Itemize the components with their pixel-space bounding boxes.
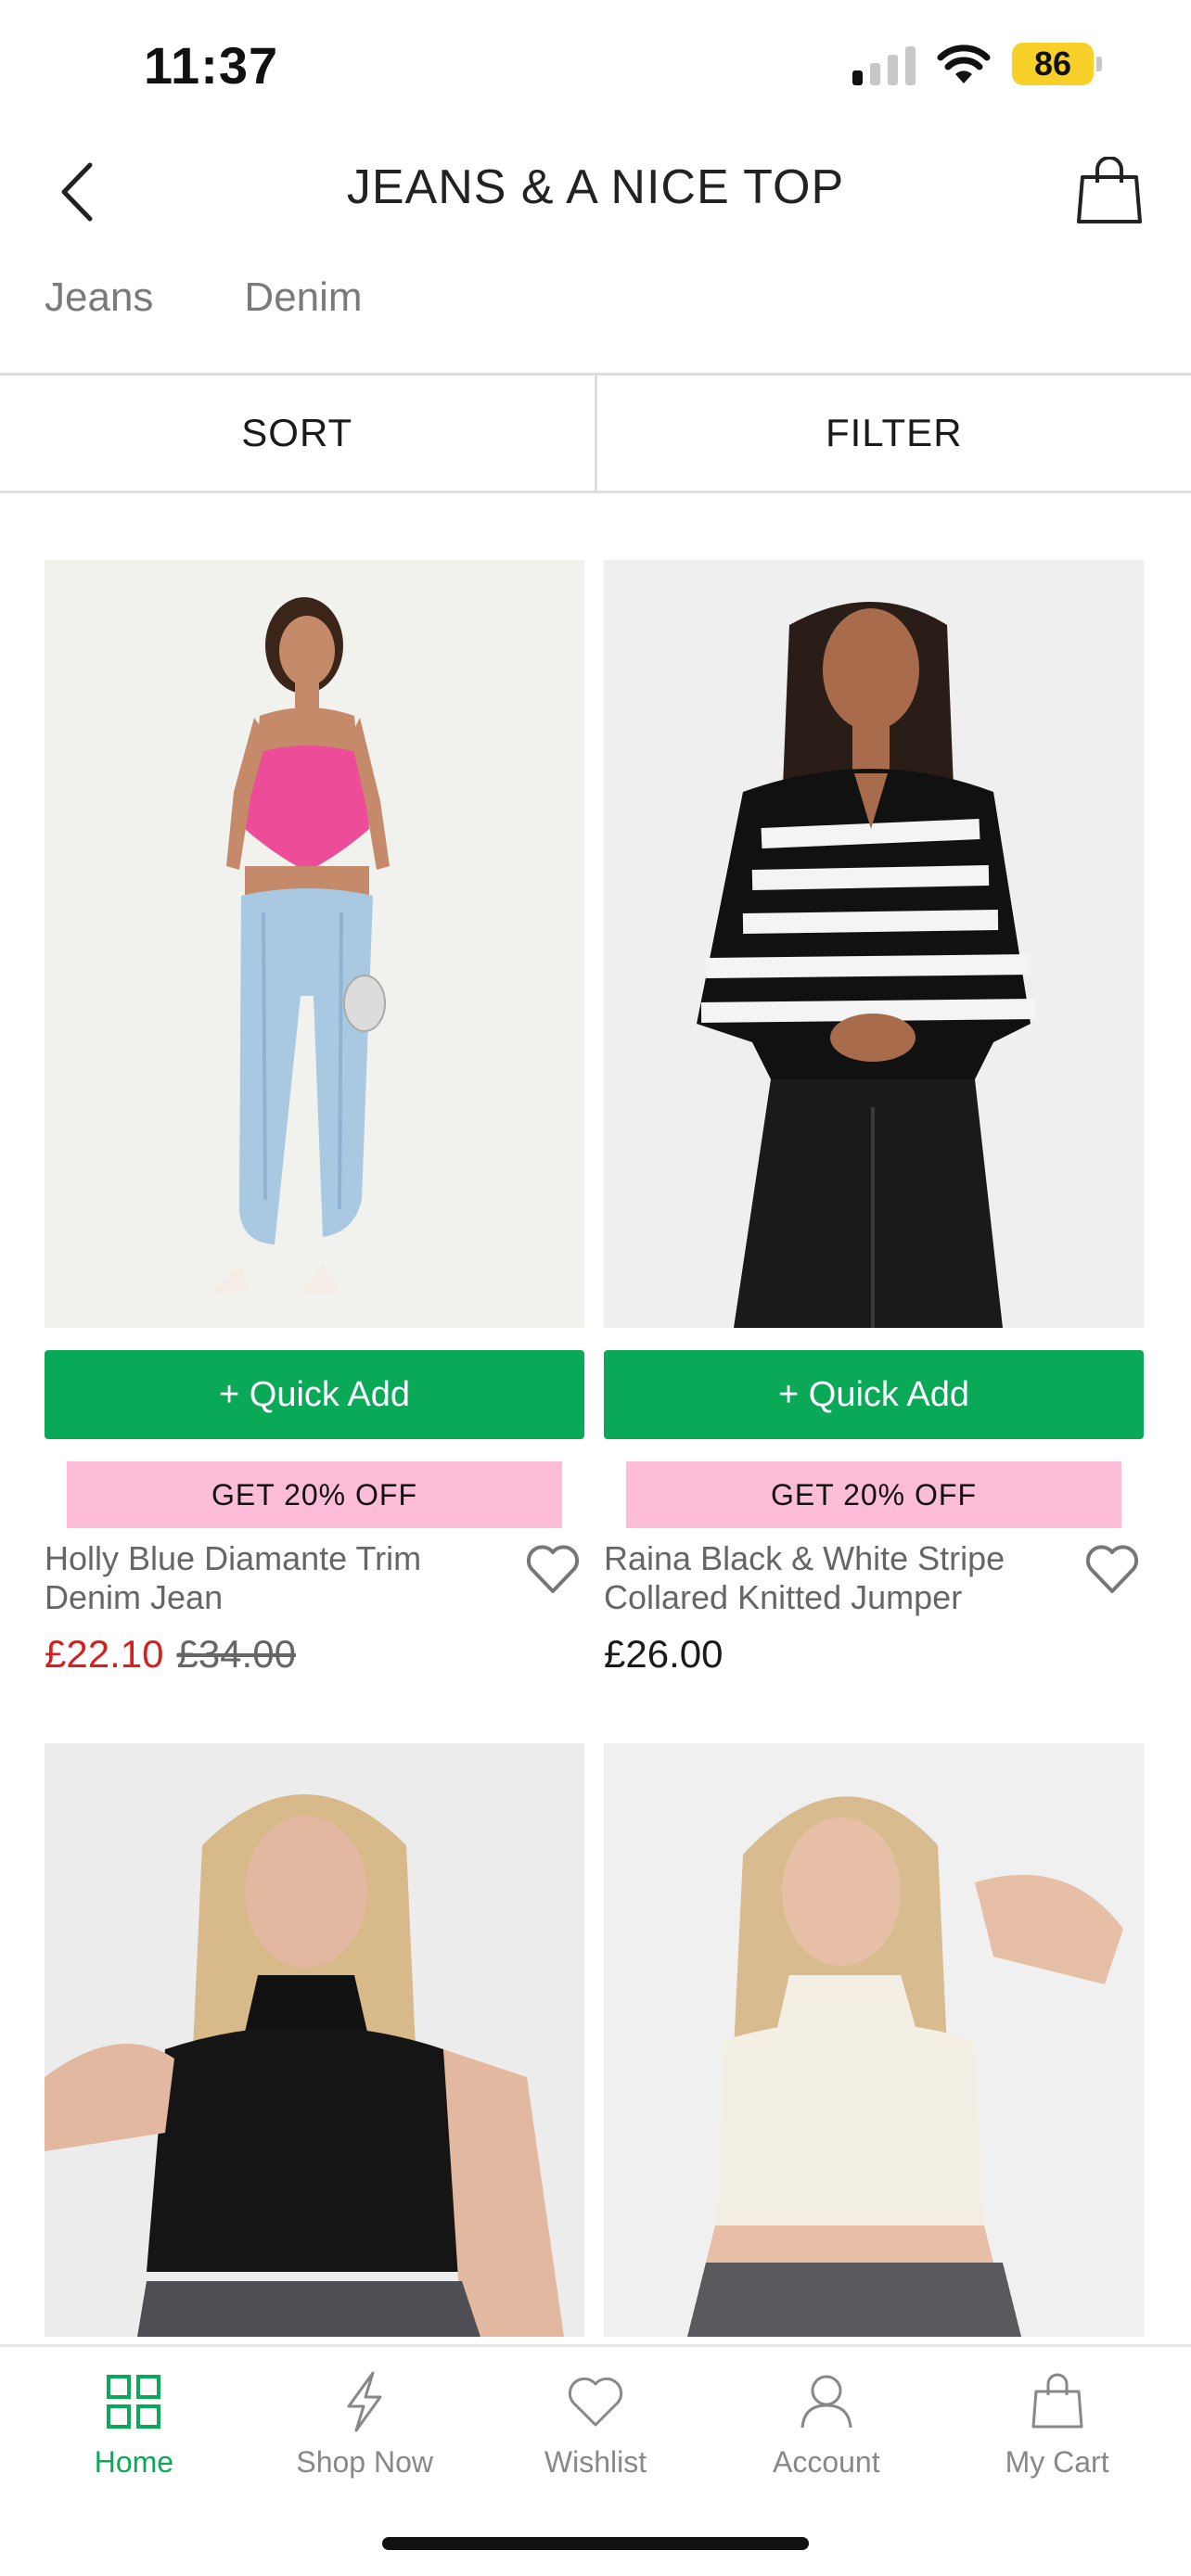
wishlist-button[interactable]	[521, 1539, 584, 1599]
cellular-signal-icon	[852, 43, 916, 85]
nav-home[interactable]: Home	[32, 2369, 236, 2480]
filter-button[interactable]: FILTER	[594, 376, 1191, 491]
price: £26.00	[604, 1632, 724, 1676]
product-image[interactable]	[45, 560, 584, 1328]
heart-icon	[568, 2377, 623, 2427]
heart-icon	[1085, 1545, 1139, 1593]
promo-badge: GET 20% OFF	[626, 1461, 1121, 1528]
wifi-icon	[937, 45, 991, 83]
grid-icon	[107, 2375, 161, 2429]
product-info: Raina Black & White Stripe Collared Knit…	[604, 1539, 1144, 1677]
battery-level: 86	[1012, 43, 1094, 85]
product-info: Holly Blue Diamante Trim Denim Jean £22.…	[45, 1539, 584, 1677]
status-time: 11:37	[144, 36, 279, 95]
product-grid: + Quick Add GET 20% OFF Holly Blue Diama…	[45, 560, 1144, 2337]
product-image[interactable]	[604, 560, 1144, 1328]
cart-button[interactable]	[1072, 154, 1146, 228]
nav-my-cart[interactable]: My Cart	[955, 2369, 1159, 2480]
price-row: £22.10 £34.00	[45, 1632, 510, 1677]
product-name[interactable]: Holly Blue Diamante Trim Denim Jean	[45, 1539, 510, 1617]
quick-add-button[interactable]: + Quick Add	[604, 1350, 1144, 1439]
product-image[interactable]	[45, 1743, 584, 2337]
product-card[interactable]: + Quick Add GET 20% OFF Raina Black & Wh…	[604, 560, 1144, 1677]
category-jeans[interactable]: Jeans	[45, 274, 153, 321]
status-bar: 11:37 86	[0, 0, 1191, 139]
product-card[interactable]: + Quick Add GET 20% OFF Holly Blue Diama…	[45, 560, 584, 1677]
nav-account[interactable]: Account	[724, 2369, 928, 2480]
shopping-bag-icon	[1031, 2373, 1083, 2429]
status-icons: 86	[852, 43, 1102, 85]
nav-label: My Cart	[1005, 2445, 1109, 2479]
sale-price: £22.10	[45, 1632, 164, 1676]
sort-button[interactable]: SORT	[0, 376, 595, 491]
promo-badge: GET 20% OFF	[67, 1461, 562, 1528]
category-chips: Jeans Denim	[45, 274, 363, 321]
nav-label: Home	[94, 2445, 174, 2479]
product-image[interactable]	[604, 1743, 1144, 2337]
lightning-icon	[347, 2371, 382, 2432]
product-card[interactable]	[45, 1743, 584, 2337]
original-price: £34.00	[176, 1632, 296, 1676]
price-row: £26.00	[604, 1632, 1069, 1677]
quick-add-button[interactable]: + Quick Add	[45, 1350, 584, 1439]
product-name[interactable]: Raina Black & White Stripe Collared Knit…	[604, 1539, 1069, 1617]
battery-icon: 86	[1012, 43, 1102, 85]
product-card[interactable]	[604, 1743, 1144, 2337]
user-icon	[800, 2375, 852, 2429]
sort-filter-bar: SORT FILTER	[0, 373, 1191, 493]
home-indicator[interactable]	[382, 2537, 809, 2550]
shopping-bag-icon	[1077, 157, 1142, 223]
nav-label: Wishlist	[544, 2445, 647, 2479]
nav-shop-now[interactable]: Shop Now	[263, 2369, 467, 2480]
page-title: JEANS & A NICE TOP	[346, 160, 845, 214]
nav-wishlist[interactable]: Wishlist	[493, 2369, 698, 2480]
header: JEANS & A NICE TOP	[0, 139, 1191, 243]
nav-label: Shop Now	[296, 2445, 433, 2479]
wishlist-button[interactable]	[1081, 1539, 1144, 1599]
category-denim[interactable]: Denim	[244, 274, 362, 321]
heart-icon	[526, 1545, 580, 1593]
nav-label: Account	[772, 2445, 880, 2479]
